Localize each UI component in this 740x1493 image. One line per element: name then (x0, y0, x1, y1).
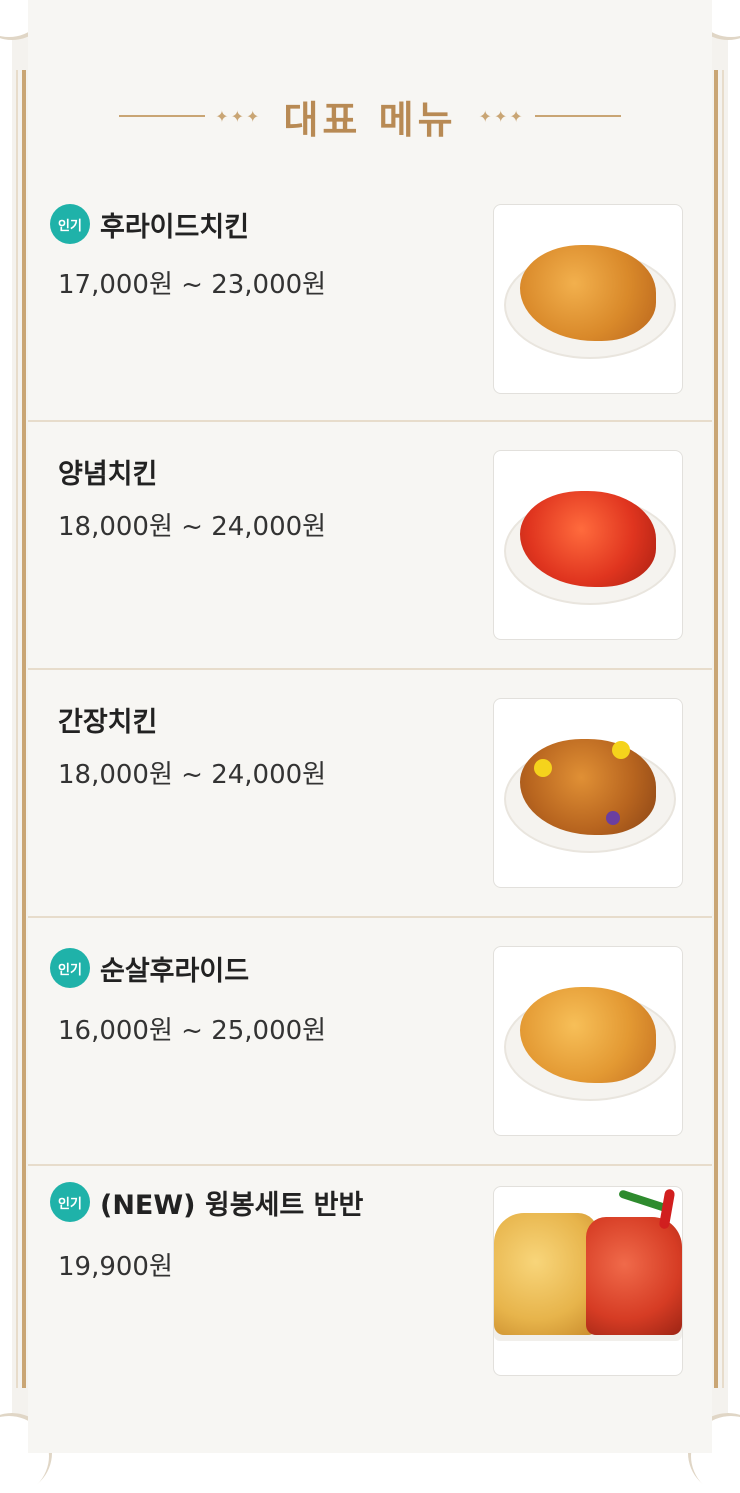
menu-item-name: 후라이드치킨 (100, 211, 250, 243)
heading-rule-right (534, 115, 621, 117)
menu-item-price: 18,000원 ~ 24,000원 (58, 512, 327, 542)
menu-item-name: 순살후라이드 (100, 955, 250, 987)
menu-item-name-row: 인기 (NEW) 윙봉세트 반반 (50, 1182, 363, 1222)
popular-badge: 인기 (50, 948, 90, 988)
menu-item[interactable]: 양념치킨 18,000원 ~ 24,000원 (28, 422, 712, 670)
flower-garnish-icon (612, 741, 630, 759)
menu-item[interactable]: 인기 후라이드치킨 17,000원 ~ 23,000원 (28, 174, 712, 422)
fried-chicken-image[interactable] (493, 204, 683, 394)
menu-item[interactable]: 인기 순살후라이드 16,000원 ~ 25,000원 (28, 918, 712, 1166)
heading-rule-left (119, 115, 206, 117)
sauced-wing-shape (586, 1217, 682, 1335)
wing-set-image (494, 1187, 682, 1375)
menu-item-name: 양념치킨 (58, 459, 158, 490)
menu-item-name-row: 간장치킨 (58, 700, 157, 739)
yangnyeom-chicken-image[interactable] (493, 450, 683, 640)
frame-left-thin-rule (16, 70, 18, 1388)
frame-left-rule (22, 70, 26, 1388)
menu-item-name: 간장치킨 (58, 707, 158, 738)
section-heading: ✦✦✦ 대표 메뉴 ✦✦✦ (28, 88, 712, 144)
flower-garnish-icon (534, 759, 552, 777)
boneless-fried-chicken-image[interactable] (493, 946, 683, 1136)
popular-badge: 인기 (50, 1182, 90, 1222)
menu-item-name-row: 인기 후라이드치킨 (50, 204, 249, 244)
menu-item[interactable]: 간장치킨 18,000원 ~ 24,000원 (28, 670, 712, 918)
soy-chicken-image[interactable] (493, 698, 683, 888)
flower-garnish-icon (606, 811, 620, 825)
frame-right-thin-rule (722, 70, 724, 1388)
menu-item-price: 19,900원 (58, 1252, 173, 1282)
wing-set-half-half-image[interactable] (493, 1186, 683, 1376)
menu-content: ✦✦✦ 대표 메뉴 ✦✦✦ 인기 후라이드치킨 17,000원 ~ 23,000… (28, 0, 712, 1453)
menu-item-name-row: 양념치킨 (58, 452, 157, 491)
menu-item-price: 17,000원 ~ 23,000원 (58, 270, 327, 300)
menu-item-name-row: 인기 순살후라이드 (50, 948, 249, 988)
menu-item-price: 16,000원 ~ 25,000원 (58, 1016, 327, 1046)
heading-ornament-right: ✦✦✦ (478, 106, 525, 126)
popular-badge: 인기 (50, 204, 90, 244)
fried-wing-shape (494, 1213, 598, 1335)
red-pepper-icon (658, 1188, 676, 1230)
menu-item-price: 18,000원 ~ 24,000원 (58, 760, 327, 790)
heading-ornament-left: ✦✦✦ (215, 106, 262, 126)
section-title: 대표 메뉴 (283, 97, 457, 142)
frame-right-rule (714, 70, 718, 1388)
menu-item-name: (NEW) 윙봉세트 반반 (100, 1189, 364, 1221)
menu-item[interactable]: 인기 (NEW) 윙봉세트 반반 19,900원 (28, 1158, 712, 1404)
